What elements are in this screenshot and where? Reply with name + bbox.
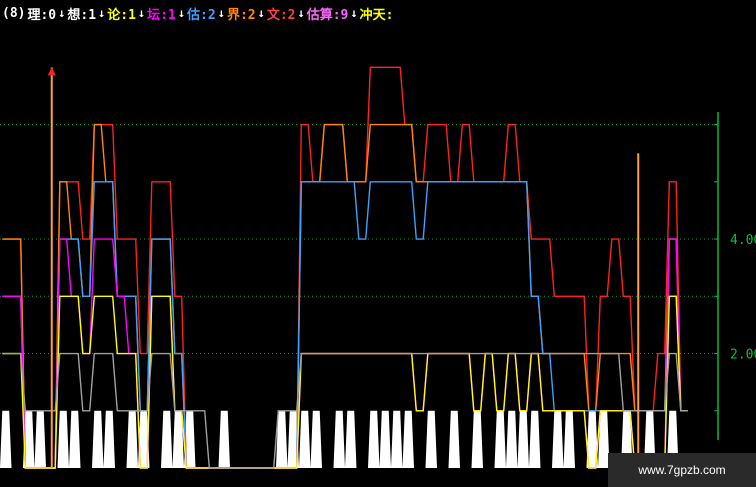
legend-item: 估:2 bbox=[187, 7, 216, 23]
down-arrow-icon: ↓ bbox=[257, 6, 265, 20]
area-segment bbox=[333, 410, 345, 468]
up-arrow-icon bbox=[47, 67, 56, 76]
legend-item: 论:1 bbox=[107, 7, 136, 23]
legend-item: 文:2 bbox=[266, 7, 296, 23]
down-arrow-icon: ↓ bbox=[58, 6, 66, 20]
indicator-legend: (8) 理:0 ↓ 想:1 ↓ 论:1 ↓ 坛:1 ↓ 估:2 ↓ 界:2 ↓ 文:2 ↓ 估算:9 ↓ 冲天: bbox=[2, 3, 395, 23]
area-segment bbox=[506, 410, 518, 468]
indicator-chart: 4.00 2.00 bbox=[0, 66, 756, 469]
area-segment bbox=[494, 410, 506, 468]
area-segment bbox=[126, 410, 138, 468]
legend-item: 想:1 bbox=[67, 7, 97, 23]
line-layer bbox=[2, 66, 688, 469]
area-segment bbox=[218, 410, 230, 468]
down-arrow-icon: ↓ bbox=[98, 6, 106, 20]
area-segment bbox=[69, 410, 81, 468]
legend-items: 理:0 ↓ 想:1 ↓ 论:1 ↓ 坛:1 ↓ 估:2 ↓ 界:2 ↓ 文:2 ↓ 估算:9 ↓ 冲天: bbox=[27, 4, 395, 23]
down-arrow-icon: ↓ bbox=[137, 6, 146, 20]
down-arrow-icon: ↓ bbox=[177, 6, 186, 20]
area-segment bbox=[517, 410, 529, 468]
legend-item: 冲天: bbox=[359, 7, 394, 23]
down-arrow-icon: ↓ bbox=[217, 6, 225, 20]
y-tick-label: 2.00 bbox=[730, 348, 756, 363]
y-axis: 4.00 2.00 bbox=[714, 112, 756, 440]
area-segment bbox=[448, 410, 460, 468]
area-segment bbox=[57, 410, 69, 468]
down-arrow-icon: ↓ bbox=[297, 6, 305, 20]
area-segment bbox=[103, 410, 115, 468]
area-segment bbox=[299, 410, 311, 468]
legend-period: (8) bbox=[2, 5, 26, 21]
area-segment bbox=[563, 410, 575, 468]
area-segment bbox=[379, 410, 391, 468]
area-segment bbox=[552, 410, 564, 468]
area-segment bbox=[34, 410, 46, 468]
area-segment bbox=[161, 410, 173, 468]
area-segment bbox=[368, 410, 380, 468]
area-segment bbox=[310, 410, 322, 468]
area-segment bbox=[92, 410, 104, 468]
y-tick-label: 4.00 bbox=[730, 233, 756, 248]
area-segment bbox=[345, 410, 357, 468]
legend-item: 估算:9 bbox=[306, 7, 349, 23]
watermark-text: www.7gpzb.com bbox=[608, 453, 756, 487]
legend-item: 界:2 bbox=[226, 7, 256, 23]
area-segment bbox=[471, 410, 483, 468]
legend-item: 理:0 bbox=[27, 7, 57, 23]
area-layer bbox=[0, 410, 679, 468]
area-segment bbox=[391, 410, 403, 468]
series-line bbox=[2, 66, 688, 469]
area-segment bbox=[0, 410, 12, 468]
legend-item: 坛:1 bbox=[147, 7, 176, 23]
area-segment bbox=[402, 410, 414, 468]
down-arrow-icon: ↓ bbox=[350, 6, 358, 20]
area-segment bbox=[425, 410, 437, 468]
area-segment bbox=[529, 410, 541, 468]
